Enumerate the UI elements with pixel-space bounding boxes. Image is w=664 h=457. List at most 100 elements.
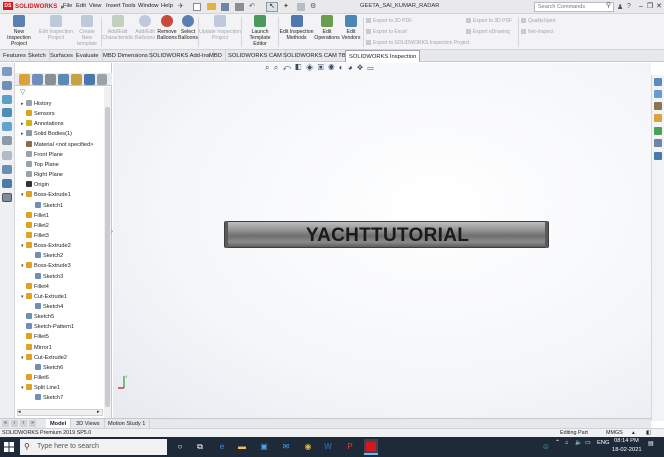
tree-item[interactable]: ▾ Boss-Extrude1 (21, 191, 71, 199)
tab-solidworks-cam[interactable]: SOLIDWORKS CAM (225, 50, 286, 62)
rebuild-icon[interactable]: ✦ (283, 2, 289, 10)
appearance-icon[interactable] (2, 165, 12, 174)
remove-balloons-button[interactable]: Remove Balloons (156, 15, 178, 49)
hide-show-items-icon[interactable]: ◐ (339, 63, 345, 72)
launch-template-editor-button[interactable]: Launch Template Editor (242, 15, 278, 49)
select-icon[interactable]: ↖ (266, 2, 278, 12)
solidworks-logo[interactable]: DS SOLIDWORKS (3, 2, 58, 12)
create-new-template-button[interactable]: Create New template (74, 15, 100, 49)
edit-operations-button[interactable]: Edit Operations (314, 15, 340, 49)
pin-icon[interactable]: ✈ (178, 2, 184, 10)
tree-item[interactable]: Sketch-Pattern1 (21, 323, 74, 331)
tree-item[interactable]: Top Plane (21, 160, 59, 169)
feature-tree-tab-icon[interactable] (19, 74, 30, 85)
tree-item[interactable]: ▸ Annotations (21, 120, 64, 128)
display-style-icon[interactable] (2, 136, 12, 145)
search-icon[interactable]: ⚲ (606, 2, 611, 10)
close-icon[interactable]: ✕ (654, 2, 664, 12)
update-inspection-project-button[interactable]: Update Inspection Project (199, 15, 241, 49)
add-edit-balloons-button[interactable]: Add/Edit Balloons (134, 15, 156, 49)
apply-scene-icon[interactable]: ❖ (357, 63, 364, 72)
undo-icon[interactable]: ↶ (249, 2, 255, 10)
export-2d-pdf-button[interactable]: Export to 2D PDF (366, 18, 412, 24)
dynamic-annotation-icon[interactable]: ◈ (306, 63, 315, 72)
tree-item[interactable]: Fillet1 (21, 211, 49, 220)
user-icon[interactable]: ♟ (617, 3, 623, 11)
tree-item[interactable]: Mirror1 (21, 343, 52, 352)
scrollbar-thumb[interactable] (105, 107, 110, 407)
view-orientation-icon[interactable] (2, 67, 12, 76)
file-properties-icon[interactable] (297, 3, 305, 11)
tree-item[interactable]: ▾ Cut-Extrude2 (21, 353, 67, 362)
export-edrawing-button[interactable]: Export eDrawing (466, 29, 510, 35)
zoom-icon[interactable] (2, 81, 12, 90)
home-icon[interactable] (654, 78, 662, 86)
menu-file[interactable]: File (63, 3, 72, 9)
tree-item[interactable]: Fillet5 (21, 333, 49, 341)
tree-item[interactable]: Sketch6 (30, 363, 63, 372)
status-options-icon[interactable]: ◧ (646, 429, 651, 437)
vertical-scrollbar[interactable] (104, 87, 111, 418)
open-folder-icon[interactable] (207, 3, 216, 10)
tree-item[interactable]: Sketch4 (30, 303, 63, 311)
store-icon[interactable]: ▣ (258, 441, 270, 453)
tray-chevron-up-icon[interactable]: ⌃ (555, 440, 560, 446)
word-icon[interactable]: W (322, 441, 334, 453)
tree-item[interactable]: Fillet4 (21, 282, 49, 291)
tree-item[interactable]: Sketch5 (21, 313, 54, 321)
design-library-icon[interactable] (654, 102, 662, 110)
tree-item[interactable]: ▸ History (21, 100, 51, 108)
clock-time[interactable]: 08:14 PM (614, 438, 639, 444)
tree-item[interactable]: ▸ Solid Bodies(1) (21, 130, 72, 138)
search-commands-input[interactable]: Search Commands ⚲ (534, 2, 614, 12)
tree-item[interactable]: Front Plane (21, 150, 63, 159)
menu-help[interactable]: Help (161, 3, 173, 9)
chevron-up-icon[interactable]: ▴ (632, 429, 635, 437)
tree-item[interactable]: ▾ Cut-Extrude1 (21, 292, 67, 301)
tab-mbd[interactable]: MBD (206, 50, 226, 62)
tree-item[interactable]: Sketch7 (30, 394, 63, 402)
yacht-part-model[interactable]: YACHTTUTORIAL (224, 221, 549, 248)
tree-item[interactable]: Material <not specified> (21, 140, 93, 149)
battery-icon[interactable]: ▭ (585, 440, 590, 446)
net-inspect-button[interactable]: Net-Inspect (521, 29, 554, 35)
windows-start-icon[interactable] (4, 442, 14, 452)
edge-browser-icon[interactable]: e (216, 441, 228, 453)
tab-mbd-dimensions[interactable]: MBD Dimensions (100, 50, 152, 62)
menu-window[interactable]: Window (138, 3, 159, 9)
edit-inspection-project-button[interactable]: Edit Inspection Project (38, 15, 74, 49)
file-explorer-icon[interactable]: ▬ (236, 441, 248, 453)
task-view-icon[interactable]: ⧉ (194, 441, 206, 453)
tree-item[interactable]: Sensors (21, 110, 55, 118)
prev-tab-icon[interactable]: ‹ (11, 420, 18, 427)
pan-icon[interactable] (2, 108, 12, 117)
add-edit-characteristic-button[interactable]: Add/Edit Characteristic (102, 15, 134, 49)
resources-icon[interactable] (654, 90, 662, 98)
appearances-icon[interactable] (654, 127, 662, 135)
volume-icon[interactable]: 🔈 (575, 440, 582, 446)
section-view-icon[interactable]: ◧ (295, 63, 302, 72)
new-inspection-project-button[interactable]: New Inspection Project (2, 15, 36, 49)
property-manager-tab-icon[interactable] (32, 74, 43, 85)
export-3d-pdf-button[interactable]: Export to 3D PDF (466, 18, 512, 24)
help-icon[interactable]: ? (627, 3, 631, 10)
select-balloons-button[interactable]: Select Balloons (178, 15, 198, 49)
mail-icon[interactable]: ✉ (280, 441, 292, 453)
tree-item[interactable]: Sketch2 (30, 252, 63, 260)
zoom-to-fit-icon[interactable]: ⌕ (265, 63, 270, 72)
hide-show-icon[interactable] (2, 151, 12, 160)
tree-item[interactable]: Sketch1 (30, 201, 63, 210)
rotate-icon[interactable] (2, 95, 12, 104)
last-tab-icon[interactable]: » (29, 420, 36, 427)
people-icon[interactable]: ☺ (540, 441, 552, 453)
clock-date[interactable]: 18-02-2021 (612, 447, 642, 453)
solidworks-forum-icon[interactable] (654, 152, 662, 160)
tree-item[interactable]: Fillet3 (21, 231, 49, 240)
tree-item[interactable]: Fillet2 (21, 221, 49, 230)
tree-item[interactable]: ▾ Split Line1 (21, 384, 60, 392)
tree-item[interactable]: Origin (21, 181, 49, 189)
next-tab-icon[interactable]: › (20, 420, 27, 427)
filter-icon[interactable]: ▽ (20, 88, 25, 96)
options-gear-icon[interactable]: ⚙ (310, 2, 316, 10)
new-document-icon[interactable] (193, 3, 201, 11)
